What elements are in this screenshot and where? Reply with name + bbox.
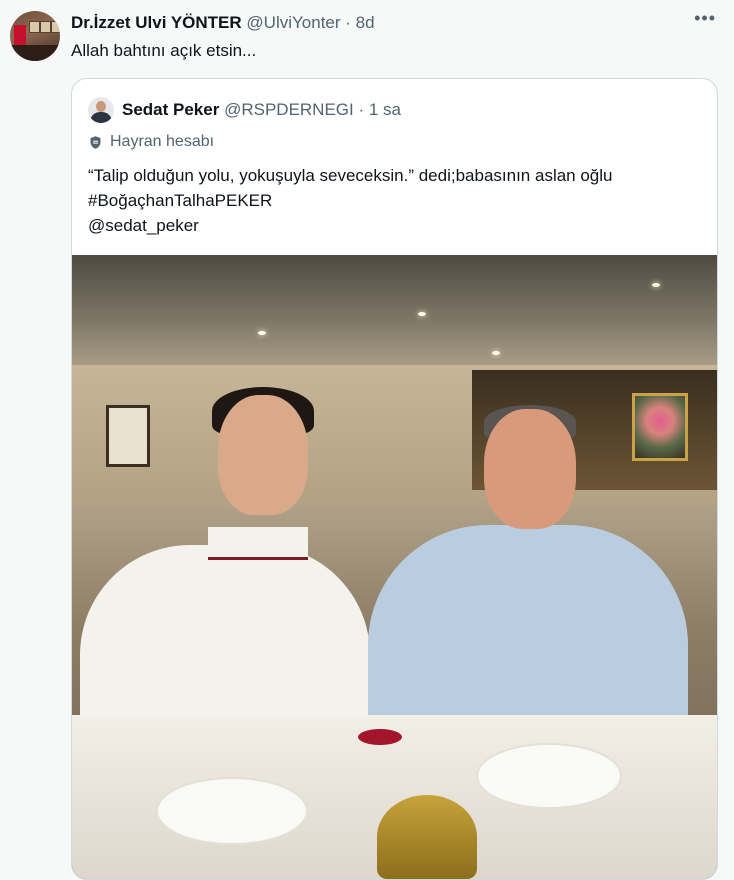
quoted-author-handle[interactable]: @RSPDERNEGI — [224, 100, 354, 119]
shield-icon — [90, 135, 101, 149]
quoted-tweet-text: “Talip olduğun yolu, yokuşuyla seveceksi… — [88, 163, 703, 238]
fan-account-text: Hayran hesabı — [110, 133, 215, 150]
quoted-tweet[interactable]: Sedat Peker @RSPDERNEGI · 1 sa Hayran he… — [71, 78, 718, 880]
header-separator: · — [340, 13, 356, 32]
tweet-text: Allah bahtını açık etsin... — [71, 41, 257, 60]
quoted-text-line: “Talip olduğun yolu, yokuşuyla seveceksi… — [88, 166, 613, 185]
author-handle[interactable]: @UlviYonter — [246, 13, 340, 32]
hashtag-link[interactable]: #BoğaçhanTalhaPEKER — [88, 188, 703, 213]
tweet[interactable]: Dr.İzzet Ulvi YÖNTER @UlviYonter · 8d ••… — [0, 0, 734, 880]
mention-link[interactable]: @sedat_peker — [88, 213, 703, 238]
quoted-tweet-header: Sedat Peker @RSPDERNEGI · 1 sa — [122, 99, 401, 121]
fan-account-label: Hayran hesabı — [88, 132, 214, 152]
quoted-tweet-time[interactable]: 1 sa — [369, 100, 401, 119]
quoted-author-avatar[interactable] — [88, 97, 114, 123]
author-avatar[interactable] — [10, 11, 60, 61]
quoted-author-name[interactable]: Sedat Peker — [122, 100, 219, 119]
tweet-header: Dr.İzzet Ulvi YÖNTER @UlviYonter · 8d — [71, 12, 375, 34]
ellipsis-icon[interactable]: ••• — [694, 8, 716, 29]
tweet-time[interactable]: 8d — [356, 13, 375, 32]
quoted-header-separator: · — [353, 100, 369, 119]
tweet-photo[interactable] — [72, 255, 717, 879]
author-name[interactable]: Dr.İzzet Ulvi YÖNTER — [71, 13, 242, 32]
